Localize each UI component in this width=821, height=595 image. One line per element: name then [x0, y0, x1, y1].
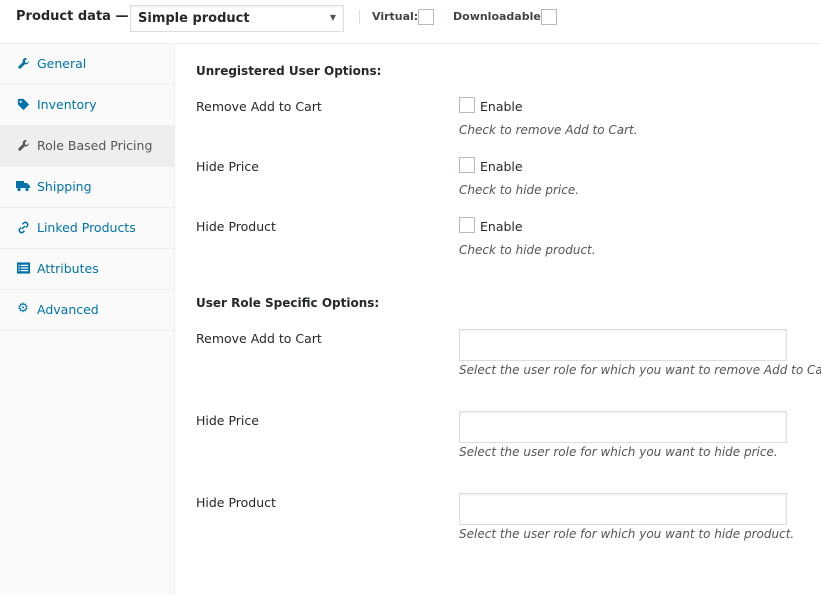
role-remove-add-to-cart-description: Select the user role for which you want …	[459, 363, 821, 377]
header-divider	[359, 10, 360, 24]
downloadable-label: Downloadable:	[453, 10, 546, 23]
product-type-value: Simple product	[138, 11, 250, 26]
unreg-remove-add-to-cart-checkbox[interactable]	[459, 97, 475, 113]
tab-general[interactable]: General	[0, 44, 174, 85]
role-specific-options-heading: User Role Specific Options:	[196, 296, 380, 310]
link-icon	[16, 220, 30, 234]
role-hide-price-description: Select the user role for which you want …	[459, 445, 778, 459]
downloadable-checkbox[interactable]	[541, 9, 557, 25]
unreg-hide-product-description: Check to hide product.	[459, 243, 596, 257]
unregistered-options-heading: Unregistered User Options:	[196, 64, 382, 78]
product-data-title: Product data —	[16, 9, 129, 24]
tab-advanced[interactable]: ⚙ Advanced	[0, 290, 174, 331]
tab-role-based-pricing[interactable]: Role Based Pricing	[0, 126, 174, 167]
tab-advanced-label: Advanced	[37, 302, 99, 317]
unreg-hide-price-description: Check to hide price.	[459, 183, 580, 197]
truck-icon	[16, 179, 30, 193]
tab-inventory[interactable]: Inventory	[0, 85, 174, 126]
chevron-down-icon: ▼	[329, 13, 336, 22]
unreg-hide-product-label: Hide Product	[196, 219, 276, 234]
role-hide-product-select[interactable]	[459, 493, 787, 525]
role-hide-price-select[interactable]	[459, 411, 787, 443]
tab-inventory-label: Inventory	[37, 97, 97, 112]
tab-shipping-label: Shipping	[37, 179, 92, 194]
product-data-tabs: General Inventory Role Based Pricing Shi…	[0, 44, 175, 595]
virtual-label: Virtual:	[372, 10, 419, 23]
product-data-header: Product data — Simple product ▼ Virtual:…	[0, 0, 821, 44]
role-based-pricing-panel: Unregistered User Options: Remove Add to…	[175, 44, 821, 595]
unreg-hide-price-enable[interactable]: Enable	[480, 159, 523, 174]
role-remove-add-to-cart-select[interactable]	[459, 329, 787, 361]
gear-icon: ⚙	[17, 301, 29, 316]
role-hide-product-label: Hide Product	[196, 495, 276, 510]
unreg-hide-product-checkbox[interactable]	[459, 217, 475, 233]
unreg-remove-add-to-cart-enable[interactable]: Enable	[480, 99, 523, 114]
tab-attributes-label: Attributes	[37, 261, 99, 276]
list-icon	[16, 261, 30, 275]
unreg-remove-add-to-cart-description: Check to remove Add to Cart.	[459, 123, 638, 137]
unreg-remove-add-to-cart-label: Remove Add to Cart	[196, 99, 322, 114]
unreg-hide-price-checkbox[interactable]	[459, 157, 475, 173]
tab-general-label: General	[37, 56, 87, 71]
unreg-hide-price-label: Hide Price	[196, 159, 259, 174]
tab-shipping[interactable]: Shipping	[0, 167, 174, 208]
virtual-checkbox[interactable]	[418, 9, 434, 25]
unreg-hide-product-enable[interactable]: Enable	[480, 219, 523, 234]
tab-linked-products[interactable]: Linked Products	[0, 208, 174, 249]
role-remove-add-to-cart-label: Remove Add to Cart	[196, 331, 322, 346]
role-hide-product-description: Select the user role for which you want …	[459, 527, 795, 541]
role-hide-price-label: Hide Price	[196, 413, 259, 428]
wrench-icon	[16, 56, 30, 70]
tag-icon	[16, 97, 30, 111]
tab-linked-products-label: Linked Products	[37, 220, 136, 235]
wrench-icon	[16, 138, 30, 152]
product-type-select[interactable]: Simple product ▼	[130, 5, 344, 32]
tab-role-based-pricing-label: Role Based Pricing	[37, 138, 153, 153]
tab-attributes[interactable]: Attributes	[0, 249, 174, 290]
